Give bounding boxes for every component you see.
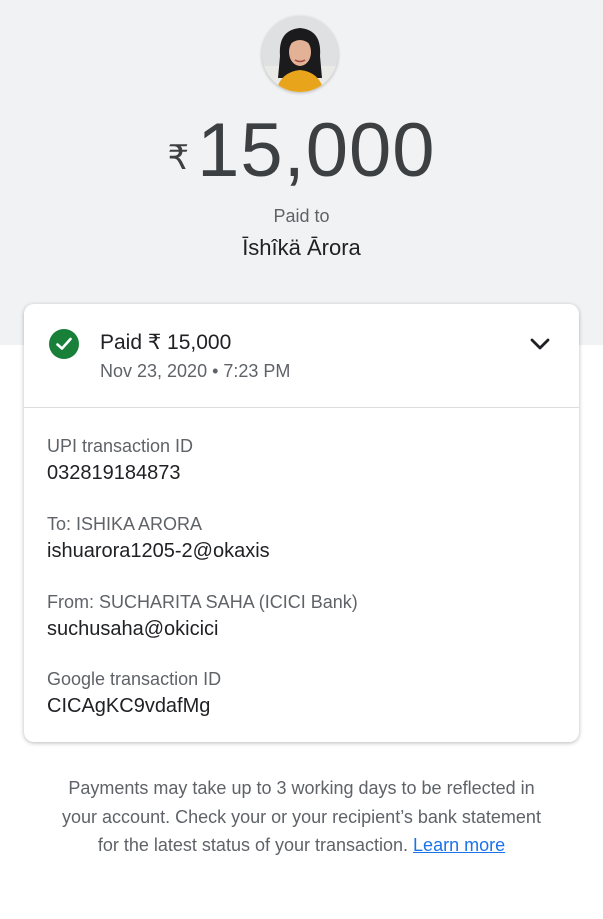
recipient-upi-id: ishuarora1205-2@okaxis (47, 540, 270, 562)
amount: ₹15,000 (0, 108, 603, 194)
amount-value: 15,000 (197, 108, 436, 193)
recipient-label: To: ISHIKA ARORA (47, 514, 203, 534)
payment-note: Payments may take up to 3 working days t… (60, 774, 543, 860)
learn-more-link[interactable]: Learn more (413, 835, 505, 855)
check-circle-icon (49, 329, 79, 359)
google-transaction-id-value: CICAgKC9vdafMg (47, 695, 211, 717)
avatar (262, 16, 338, 92)
status-datetime: Nov 23, 2020 • 7:23 PM (100, 361, 291, 381)
paid-to-label: Paid to (273, 206, 330, 226)
chevron-down-icon[interactable] (529, 336, 551, 352)
status-title: Paid ₹ 15,000 (100, 331, 232, 354)
sender-label: From: SUCHARITA SAHA (ICICI Bank) (47, 592, 358, 612)
google-transaction-id-label: Google transaction ID (47, 669, 222, 689)
upi-transaction-id-label: UPI transaction ID (47, 436, 194, 456)
divider (24, 407, 579, 408)
upi-transaction-id-value: 032819184873 (47, 462, 181, 484)
currency-symbol: ₹ (167, 139, 190, 177)
payee-name: Īshîkä Ārora (242, 235, 361, 260)
transaction-card: Paid ₹ 15,000 Nov 23, 2020 • 7:23 PM UPI… (24, 304, 579, 742)
sender-upi-id: suchusaha@okicici (47, 618, 219, 640)
